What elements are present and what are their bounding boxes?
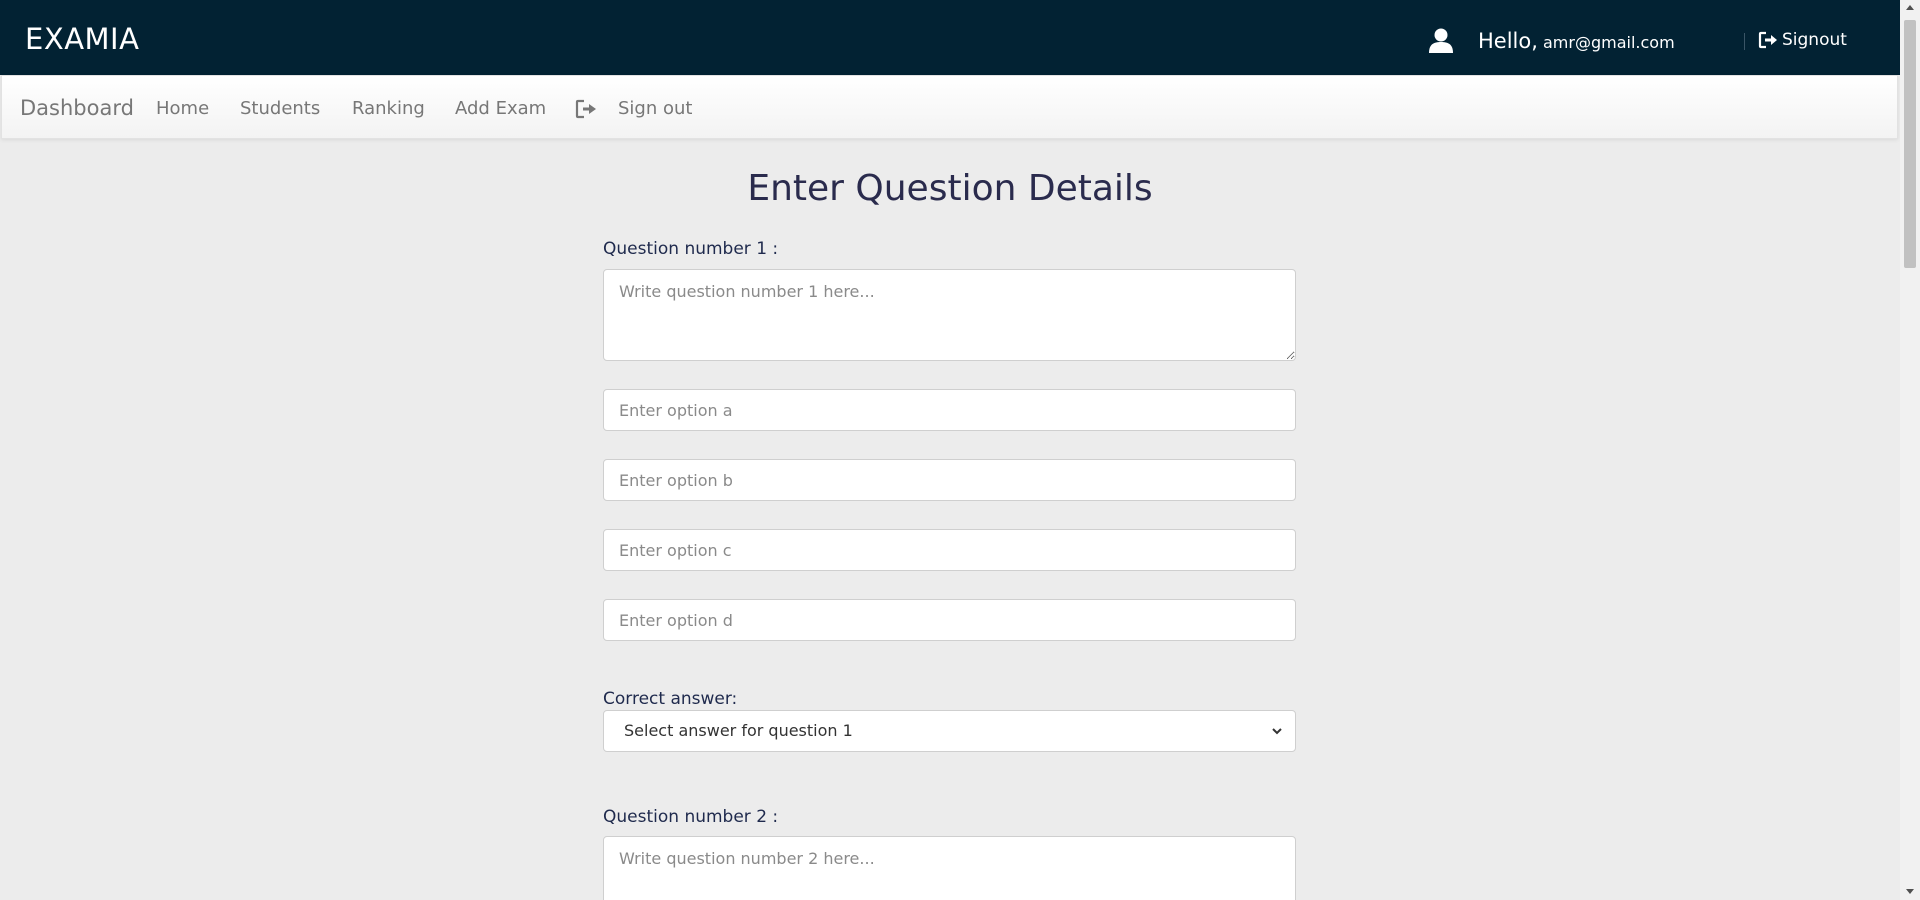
scroll-up-arrow-icon[interactable]	[1900, 0, 1920, 17]
nav-add-exam[interactable]: Add Exam	[455, 98, 546, 119]
nav-ranking[interactable]: Ranking	[352, 98, 425, 119]
header-signout-label: Signout	[1782, 30, 1847, 50]
top-header: EXAMIA Hello, amr@gmail.com Signout	[0, 0, 1900, 75]
signout-icon	[1758, 31, 1777, 49]
signout-icon[interactable]	[575, 99, 597, 119]
correct-answer-label: Correct answer:	[603, 689, 738, 709]
option-c-input[interactable]	[603, 529, 1296, 571]
nav-signout[interactable]: Sign out	[618, 98, 692, 119]
brand-logo[interactable]: EXAMIA	[25, 22, 139, 56]
nav-dashboard[interactable]: Dashboard	[20, 96, 134, 120]
header-signout-button[interactable]: Signout	[1758, 30, 1847, 50]
option-b-input[interactable]	[603, 459, 1296, 501]
nav-home[interactable]: Home	[156, 98, 209, 119]
greeting-text: Hello,	[1478, 29, 1538, 53]
scroll-down-arrow-icon[interactable]	[1900, 883, 1920, 900]
main-navbar: Dashboard Home Students Ranking Add Exam…	[1, 75, 1898, 139]
chevron-down-icon	[1272, 728, 1282, 735]
question-2-textarea[interactable]	[603, 836, 1296, 900]
user-email: amr@gmail.com	[1543, 33, 1675, 52]
page-scrollbar[interactable]	[1900, 0, 1920, 900]
question-2-label: Question number 2 :	[603, 807, 779, 827]
option-a-input[interactable]	[603, 389, 1296, 431]
question-1-textarea[interactable]	[603, 269, 1296, 361]
page: EXAMIA Hello, amr@gmail.com Signout Dash…	[0, 0, 1900, 900]
correct-answer-select[interactable]: Select answer for question 1	[603, 710, 1296, 752]
user-icon	[1429, 28, 1453, 53]
header-divider	[1744, 33, 1745, 50]
page-title: Enter Question Details	[747, 168, 1153, 209]
option-d-input[interactable]	[603, 599, 1296, 641]
nav-students[interactable]: Students	[240, 98, 320, 119]
question-1-label: Question number 1 :	[603, 239, 779, 259]
correct-answer-select-value: Select answer for question 1	[624, 721, 853, 740]
scrollbar-thumb[interactable]	[1904, 20, 1916, 268]
